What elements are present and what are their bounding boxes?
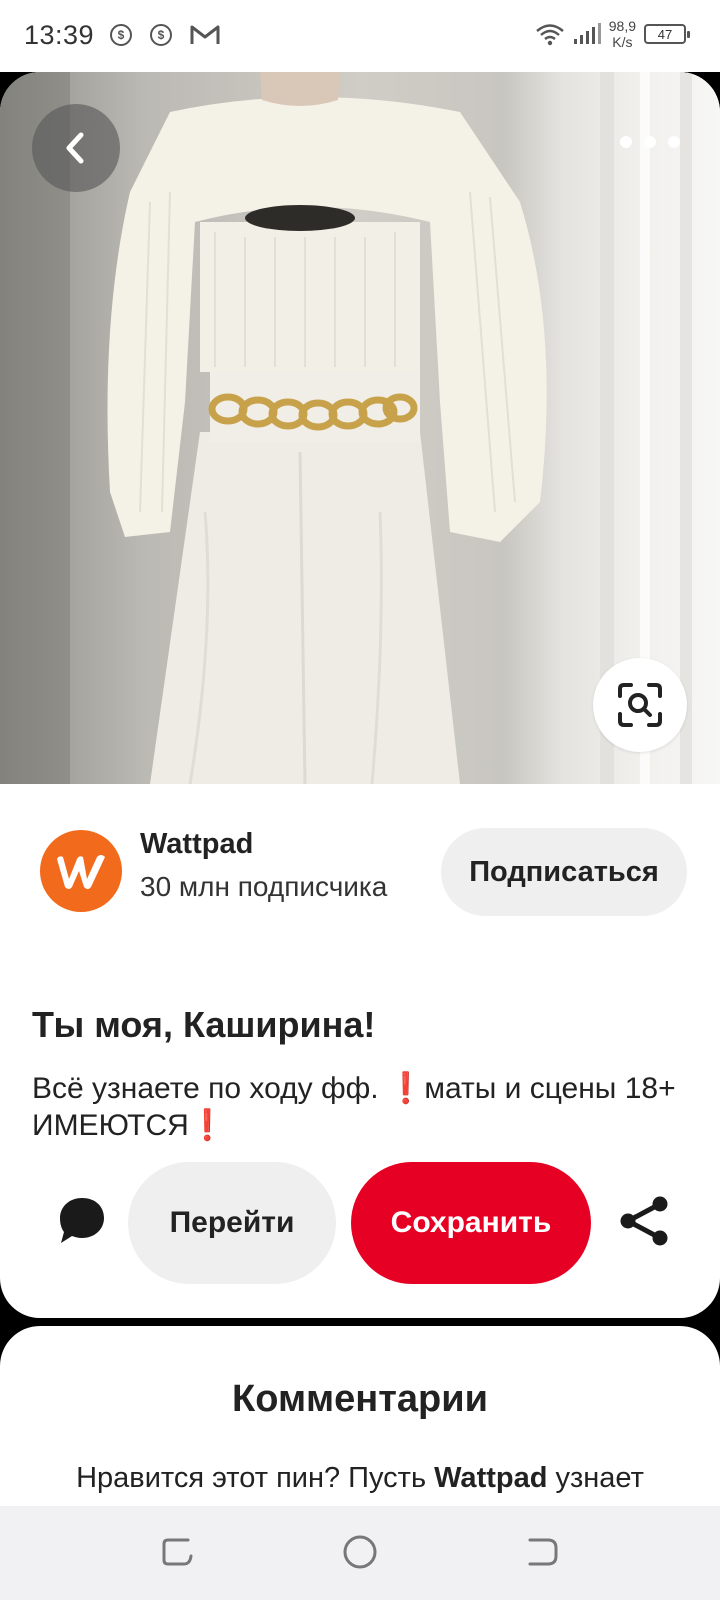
- creator-name[interactable]: Wattpad: [140, 828, 253, 861]
- app-notification-icon: $: [150, 24, 172, 46]
- wifi-icon: [535, 24, 564, 46]
- avatar[interactable]: [40, 830, 122, 912]
- pin-card: Wattpad 30 млн подписчика Подписаться Ты…: [0, 72, 720, 1318]
- more-icon: [668, 136, 680, 148]
- gmail-icon: [190, 24, 220, 46]
- network-speed-unit: K/s: [612, 34, 633, 50]
- back-button[interactable]: [32, 104, 120, 192]
- app-notification-icon: $: [110, 24, 132, 46]
- recents-icon[interactable]: [158, 1532, 198, 1572]
- comments-prompt-tail: узнает: [547, 1462, 644, 1494]
- system-nav-bar: [0, 1506, 720, 1600]
- creator-row: Wattpad 30 млн подписчика Подписаться: [0, 800, 720, 940]
- save-button[interactable]: Сохранить: [351, 1162, 591, 1284]
- battery-level: 47: [657, 26, 673, 42]
- signal-icon: [573, 23, 601, 44]
- more-options-button[interactable]: [620, 122, 680, 162]
- status-notification-icons: $ $: [110, 24, 220, 46]
- pin-actions: Перейти Сохранить: [0, 1162, 720, 1286]
- more-icon: [644, 136, 656, 148]
- pin-description: Всё узнаете по ходу фф. ❗маты и сцены 18…: [32, 1072, 676, 1142]
- creator-followers: 30 млн подписчика: [140, 871, 388, 902]
- back-icon: [66, 132, 84, 164]
- visual-search-button[interactable]: [593, 658, 687, 752]
- back-nav-icon[interactable]: [522, 1532, 562, 1572]
- pin-title: Ты моя, Каширина!: [32, 1004, 376, 1045]
- share-icon[interactable]: [618, 1194, 672, 1248]
- comments-section: Комментарии Нравится этот пин? Пусть Wat…: [0, 1326, 720, 1506]
- follow-button[interactable]: Подписаться: [441, 828, 687, 916]
- comments-prompt: Нравится этот пин? Пусть Wattpad узнает: [0, 1462, 720, 1495]
- comments-prompt-text: Нравится этот пин? Пусть: [76, 1462, 435, 1494]
- comments-prompt-creator[interactable]: Wattpad: [434, 1462, 547, 1494]
- network-speed-value: 98,9: [608, 18, 636, 34]
- status-time: 13:39: [24, 20, 95, 50]
- visual-search-icon: [618, 683, 662, 727]
- home-icon[interactable]: [340, 1532, 380, 1572]
- comments-title: Комментарии: [232, 1378, 488, 1420]
- pin-image[interactable]: [0, 72, 720, 784]
- status-right: 98,9 K/s 47: [535, 18, 690, 50]
- status-bar: 13:39 $ $ 98,9 K/s 47: [0, 0, 720, 72]
- wattpad-logo-icon: [57, 855, 105, 889]
- go-button[interactable]: Перейти: [128, 1162, 336, 1284]
- more-icon: [620, 136, 632, 148]
- battery-icon: 47: [644, 24, 690, 44]
- network-speed: 98,9 K/s: [609, 18, 636, 50]
- comment-icon[interactable]: [54, 1192, 110, 1248]
